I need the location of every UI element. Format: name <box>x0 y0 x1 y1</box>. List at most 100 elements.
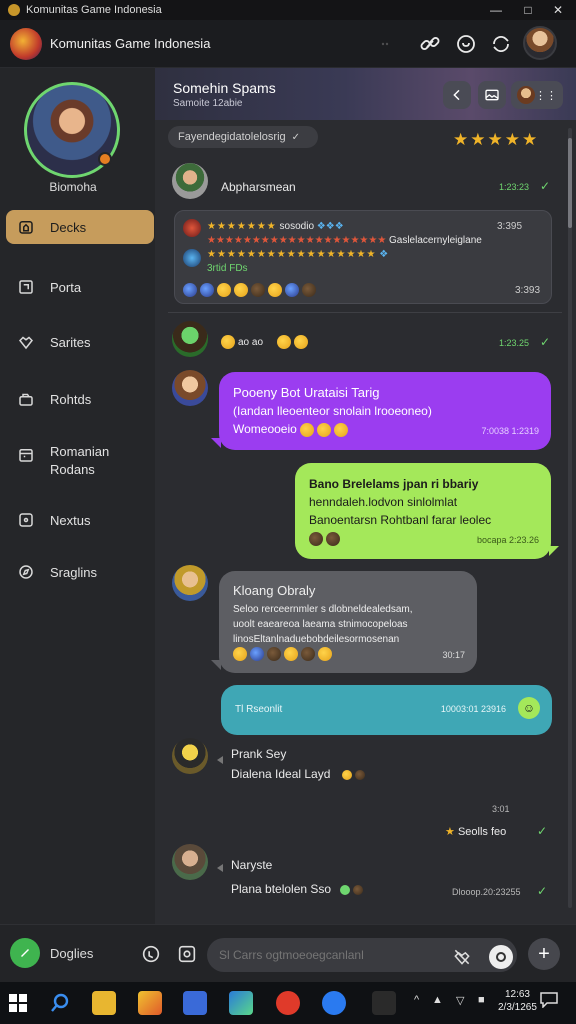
chat-scrollbar[interactable] <box>568 128 572 908</box>
message-bubble[interactable]: Kloang Obraly Seloo rerceernmler s dlobn… <box>219 571 477 673</box>
chat-app-icon[interactable] <box>322 991 346 1015</box>
more-icon: ⋮⋮ <box>535 89 557 102</box>
message-sender[interactable]: Naryste <box>231 858 272 872</box>
plus-icon: + <box>538 942 550 965</box>
sidebar-item-label-2: Rodans <box>50 462 95 477</box>
game-app-icon[interactable] <box>372 991 396 1015</box>
status-button[interactable] <box>10 938 40 968</box>
divider <box>168 312 562 313</box>
link-icon[interactable] <box>418 32 442 56</box>
media-button[interactable] <box>478 81 506 109</box>
reply-marker <box>217 864 223 872</box>
sidebar-item-sraglins[interactable]: Sraglins <box>6 555 154 589</box>
message-sender[interactable]: Prank Sey <box>231 747 286 761</box>
camera-icon[interactable] <box>489 945 513 969</box>
avatar[interactable] <box>172 163 208 199</box>
embed-icon <box>183 219 201 237</box>
embed-time: 3:393 <box>515 285 541 296</box>
document-app-icon[interactable] <box>183 991 207 1015</box>
embed-icons-row <box>183 283 319 297</box>
volume-icon[interactable]: ■ <box>478 994 485 1006</box>
battery-icon[interactable]: ▲ <box>432 994 443 1006</box>
sidebar-item-nextus[interactable]: Nextus <box>6 503 154 537</box>
read-check-icon: ✓ <box>540 335 551 349</box>
message-text: Dialena Ideal Layd <box>231 767 368 781</box>
message-time: bocapa 2:23.26 <box>476 535 539 545</box>
channel-subtitle: Samoite 12abie <box>173 98 243 109</box>
refresh-icon[interactable] <box>489 32 513 56</box>
sidebar-item-romanian[interactable]: Romanian Rodans <box>6 443 154 487</box>
message-bubble[interactable]: Bano Brelelams jpan ri bbariy henndaleh.… <box>295 463 551 559</box>
smile-icon[interactable]: ☺ <box>518 697 540 719</box>
profile-avatar[interactable] <box>523 26 557 60</box>
sidebar-item-label: Rohtds <box>50 391 92 407</box>
tray-overflow-icon[interactable]: ^ <box>414 994 419 1006</box>
os-taskbar: ^ ▲ ▽ ■ 12:63 2/3/1265 <box>0 982 576 1024</box>
sidebar-item-sarites[interactable]: Sarites <box>6 325 154 359</box>
browser-icon[interactable] <box>229 991 253 1015</box>
embed-star-icon: ★★★★★★★★★★★★★★★★★ <box>207 249 377 260</box>
sidebar-item-rohtds[interactable]: Rohtds <box>6 382 154 416</box>
embed-star-icon: ★★★★★★★★★★★★★★★★★★★★ <box>207 235 387 246</box>
avatar[interactable] <box>172 565 208 601</box>
app-header: Komunitas Game Indonesia <box>0 20 576 68</box>
message-list[interactable]: Fayendegidatolelosrig ✓ ★★★★★ Abpharsmea… <box>155 120 576 924</box>
media-app-icon[interactable] <box>276 991 300 1015</box>
sidebar-item-porta[interactable]: Porta <box>6 270 154 304</box>
message-sender[interactable]: Abpharsmean <box>221 180 296 194</box>
avatar[interactable] <box>172 844 208 880</box>
embed-star-icon: ❖❖❖ <box>316 221 344 232</box>
dots-icon <box>375 32 399 56</box>
emoji-picker-icon[interactable] <box>140 943 162 965</box>
read-check-icon: ✓ <box>537 824 548 838</box>
close-button[interactable]: ✕ <box>540 0 576 20</box>
file-explorer-icon[interactable] <box>92 991 116 1015</box>
windows-start-icon[interactable] <box>8 993 28 1013</box>
message-text: (Iandan lleoenteor snolain lrooeoneo) <box>233 404 432 418</box>
message-title: Kloang Obraly <box>233 583 316 598</box>
notification-center-icon[interactable] <box>540 992 558 1008</box>
pencil-icon <box>18 946 32 960</box>
embed-text: sosodio <box>279 221 315 232</box>
scrollbar-thumb[interactable] <box>568 138 572 228</box>
system-clock[interactable]: 12:63 2/3/1265 <box>498 988 537 1014</box>
members-button[interactable]: ⋮⋮ <box>511 81 563 109</box>
app-title: Komunitas Game Indonesia <box>50 36 211 51</box>
app-icon <box>8 4 20 16</box>
filter-dropdown[interactable]: Fayendegidatolelosrig ✓ <box>168 126 318 148</box>
message-time: Dlooop.20:23255 <box>452 887 521 897</box>
message-text: Seloo rerceernmler s dlobneldealedsam, <box>233 604 413 615</box>
store-icon[interactable] <box>138 991 162 1015</box>
channel-title: Somehin Spams <box>173 80 276 96</box>
bubble-tail <box>549 546 559 556</box>
search-icon[interactable] <box>48 991 72 1015</box>
status-badge <box>98 152 112 166</box>
add-button[interactable]: + <box>528 938 560 970</box>
attachment-icon[interactable] <box>176 943 198 965</box>
message-text: henndaleh.lodvon sinlolmlat <box>309 495 458 509</box>
back-button[interactable] <box>443 81 471 109</box>
avatar[interactable] <box>172 370 208 406</box>
embed-time: 3:395 <box>497 221 523 232</box>
compass-icon <box>16 562 36 582</box>
avatar[interactable] <box>172 321 208 357</box>
reply-marker <box>217 756 223 764</box>
message-text: linosEltanlnaduebobdeilesormosenan <box>233 634 400 645</box>
sidebar-item-label: Romanian <box>50 444 110 459</box>
sidebar-item-decks[interactable]: Decks <box>6 210 154 244</box>
notification-icon[interactable] <box>454 32 478 56</box>
member-avatar <box>517 86 535 104</box>
message-bubble[interactable]: Pooeny Bot Urataisi Tarig (Iandan lleoen… <box>219 372 551 450</box>
message-bubble[interactable]: Tl Rseonlit 10003:01 23916 ☺ <box>221 685 552 735</box>
calendar-icon <box>16 445 36 465</box>
mute-icon[interactable] <box>452 947 474 969</box>
minimize-button[interactable]: — <box>478 0 514 20</box>
embed-text: Gaslelacernyleiglane <box>389 235 482 246</box>
avatar[interactable] <box>172 738 208 774</box>
chevron-down-icon: ✓ <box>291 131 301 143</box>
message-time: 30:17 <box>442 650 465 660</box>
game-embed-card[interactable]: ★★★★★★★ sosodio ❖❖❖ 3:395 ★★★★★★★★★★★★★★… <box>174 210 552 304</box>
network-icon[interactable]: ▽ <box>456 994 464 1007</box>
rating-stars[interactable]: ★★★★★ <box>453 130 539 150</box>
message-text: Bano Brelelams jpan ri bbariy <box>309 477 479 491</box>
